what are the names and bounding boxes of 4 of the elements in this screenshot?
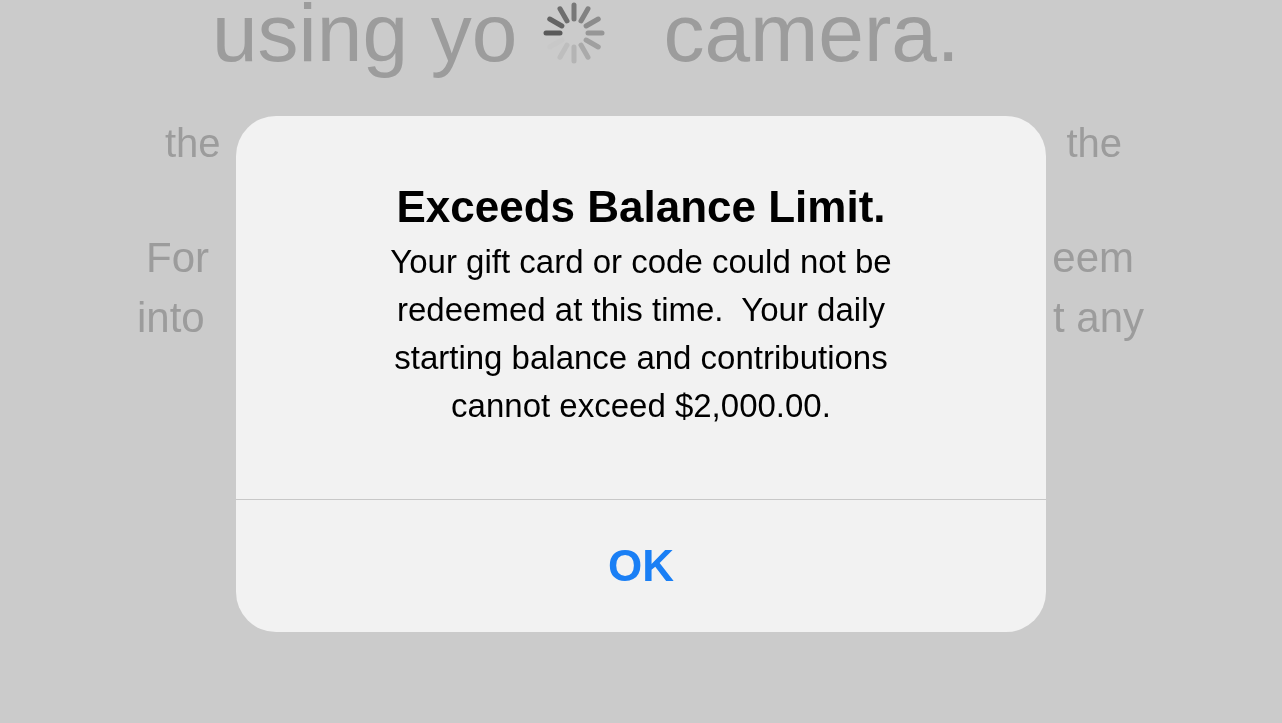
alert-message: Your gift card or code could not be redeemed at this time. Your daily starting balance and contributions cannot exceed $2,000.00. (390, 242, 892, 426)
ok-button[interactable]: OK (236, 500, 1046, 632)
alert-title: Exceeds Balance Limit. (396, 181, 886, 233)
loading-spinner-icon (543, 2, 606, 64)
